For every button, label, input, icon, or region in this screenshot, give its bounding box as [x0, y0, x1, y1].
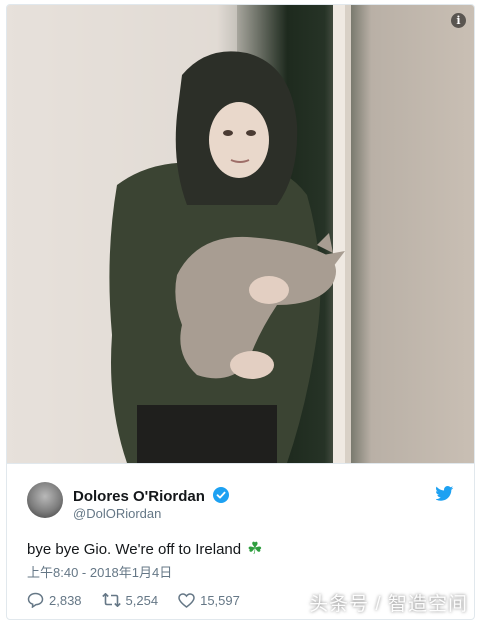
- tweet-timestamp[interactable]: 上午8:40 - 2018年1月4日: [27, 562, 172, 581]
- like-button[interactable]: 15,597: [178, 593, 240, 608]
- shamrock-emoji: ☘: [247, 539, 263, 558]
- tweet-text: bye bye Gio. We're off to Ireland ☘: [27, 539, 263, 559]
- photo-illustration: [7, 5, 351, 463]
- tweet-actions: 2,838 5,254 15,597: [27, 590, 260, 610]
- retweet-count: 5,254: [125, 592, 159, 608]
- retweet-icon: [101, 593, 121, 607]
- tweet-photo[interactable]: i: [7, 5, 474, 463]
- embedded-tweet-card: i Dolores O'Riordan @DolORiordan bye bye…: [6, 4, 475, 620]
- user-handle[interactable]: @DolORiordan: [73, 506, 161, 521]
- reply-button[interactable]: 2,838: [27, 592, 82, 608]
- reply-count: 2,838: [49, 592, 82, 608]
- heart-icon: [178, 592, 195, 608]
- display-name-text: Dolores O'Riordan: [73, 488, 205, 505]
- twitter-bird-icon[interactable]: [436, 486, 454, 501]
- like-count: 15,597: [200, 592, 240, 608]
- avatar[interactable]: [27, 482, 63, 518]
- display-name[interactable]: Dolores O'Riordan: [73, 487, 230, 505]
- reply-icon: [27, 592, 44, 608]
- info-icon[interactable]: i: [451, 13, 466, 28]
- tweet-text-content: bye bye Gio. We're off to Ireland: [27, 541, 242, 558]
- verified-badge-icon: [213, 487, 230, 503]
- watermark: 头条号 / 智造空间: [309, 594, 468, 615]
- retweet-button[interactable]: 5,254: [101, 592, 159, 608]
